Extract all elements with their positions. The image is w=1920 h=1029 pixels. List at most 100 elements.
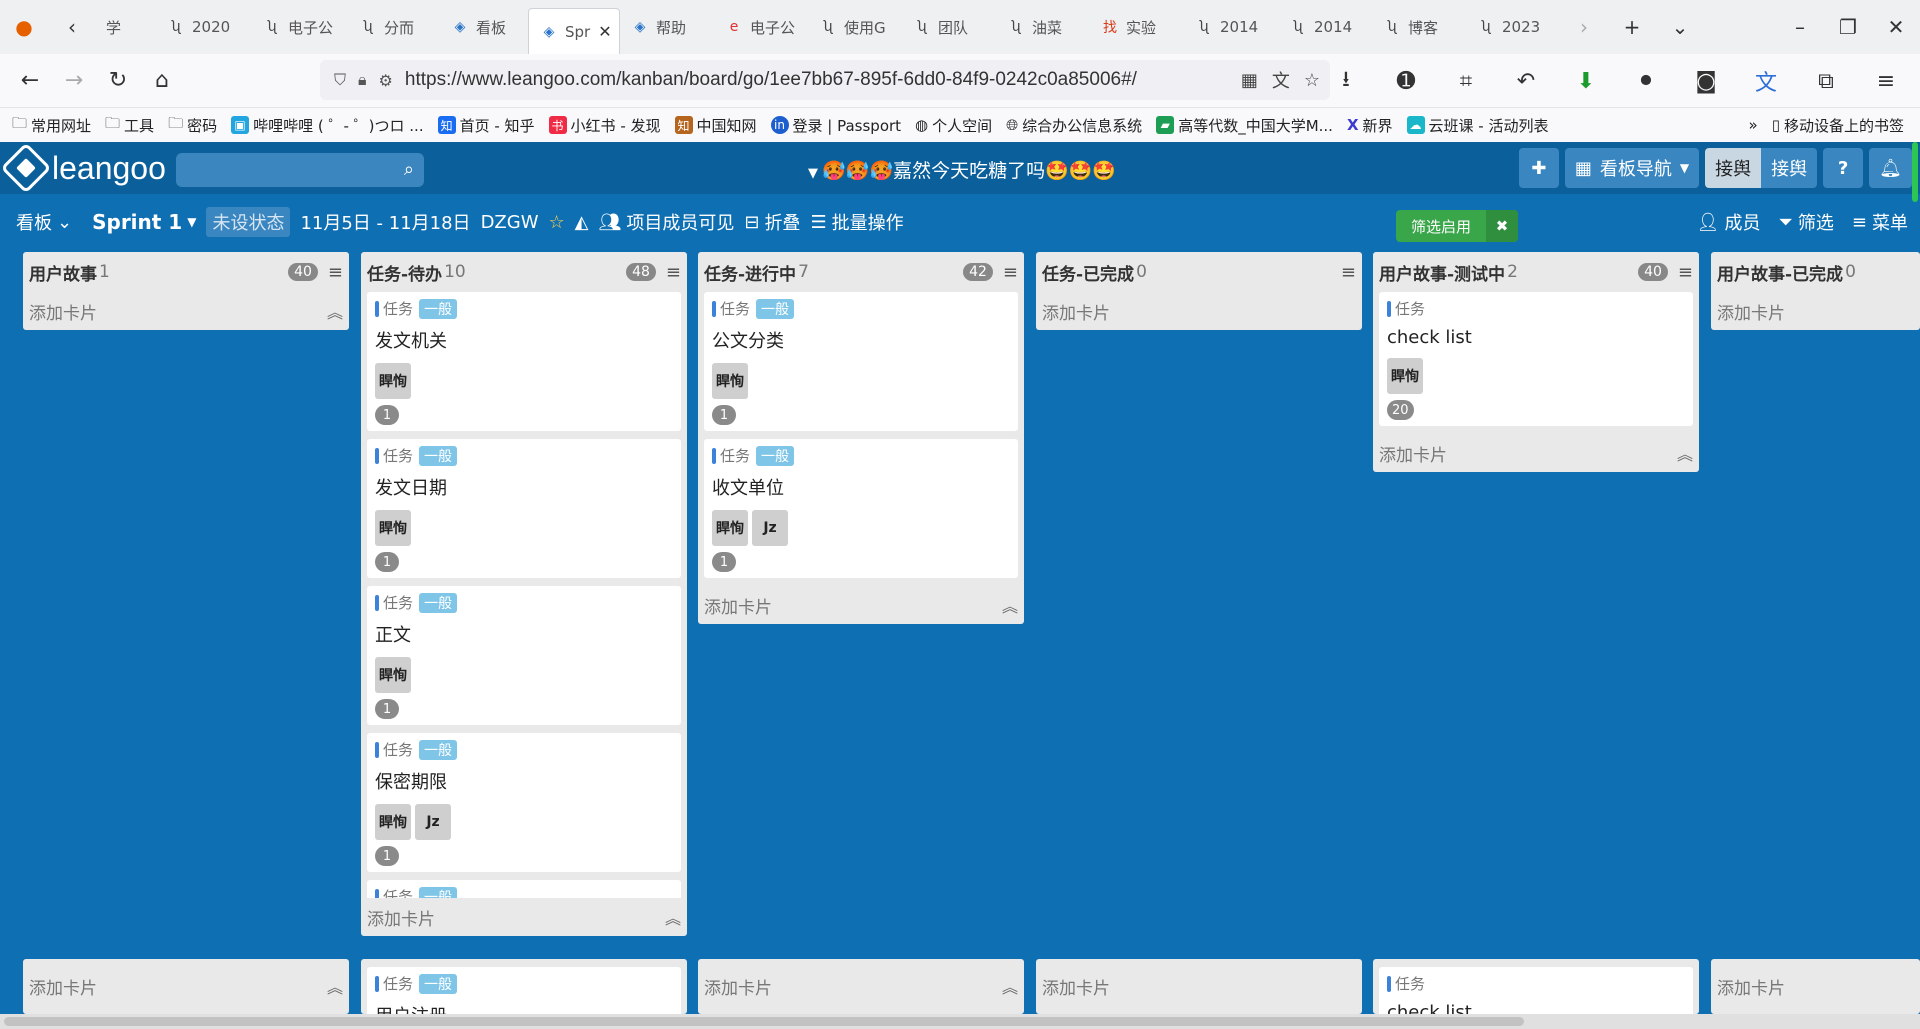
fold-button[interactable]: ⊟ 折叠 bbox=[744, 209, 800, 235]
members-button[interactable]: 👤︎ 成员 bbox=[1697, 209, 1761, 235]
more-bookmarks-icon[interactable]: » bbox=[1749, 116, 1758, 134]
column-header[interactable]: 任务-进行中 7 42 ≡ bbox=[698, 252, 1024, 292]
url-text[interactable]: https://www.leangoo.com/kanban/board/go/… bbox=[405, 69, 1137, 91]
column-menu-icon[interactable]: ≡ bbox=[1003, 262, 1018, 283]
undo-close-icon[interactable]: ↶ bbox=[1504, 59, 1548, 103]
tab-5-active[interactable]: ◈ Spr ✕ bbox=[528, 8, 620, 54]
bookmark-zhihu[interactable]: 知首页 - 知乎 bbox=[437, 115, 535, 136]
bookmark-passport[interactable]: in 登录 | Passport bbox=[770, 115, 901, 136]
bookmark-folder[interactable]: 🗀 工具 bbox=[105, 113, 154, 138]
project-name[interactable]: DZGW bbox=[481, 212, 539, 233]
qr-code-icon[interactable]: ▦ bbox=[1241, 70, 1258, 91]
tab-15[interactable]: ʯ 2023 bbox=[1466, 0, 1560, 54]
task-card[interactable]: 任务 一般 发文机关 睅恂 1 bbox=[367, 292, 681, 431]
collapse-up-icon[interactable]: ︽ bbox=[1002, 974, 1018, 998]
task-card[interactable]: 任务 一般 收文单位 睅恂 Jz 1 bbox=[704, 439, 1018, 578]
add-card-button[interactable]: 添加卡片 ︽ bbox=[698, 586, 1024, 624]
sprint-dropdown[interactable]: Sprint 1 ▼ bbox=[92, 210, 196, 234]
tab-scroll-left-icon[interactable]: ‹ bbox=[48, 0, 96, 54]
filter-enabled-badge[interactable]: 筛选启用 ✖ bbox=[1396, 210, 1518, 242]
home-icon[interactable]: ⌂ bbox=[140, 59, 184, 103]
task-card[interactable]: 任务 一般 bbox=[367, 880, 681, 898]
view-dropdown[interactable]: 看板 ⌄ bbox=[16, 209, 72, 235]
assignee-avatar[interactable]: 睅恂 bbox=[712, 510, 748, 546]
tab-14[interactable]: ʯ 博客 bbox=[1372, 0, 1466, 54]
add-card-button[interactable]: 添加卡片 ︽ bbox=[698, 967, 1024, 1005]
add-card-button[interactable]: 添加卡片 ︽ bbox=[23, 292, 349, 330]
tab-8[interactable]: ʯ 使用G bbox=[808, 0, 902, 54]
batch-operation-button[interactable]: ☰ 批量操作 bbox=[810, 209, 903, 235]
bookmark-mosoteach[interactable]: ☁ 云班课 - 活动列表 bbox=[1406, 115, 1548, 136]
filter-button[interactable]: ⏷ 筛选 bbox=[1779, 209, 1834, 235]
column-header[interactable]: 用户故事 1 40 ≡ bbox=[23, 252, 349, 292]
visibility-button[interactable]: 👥︎ 项目成员可见 bbox=[598, 209, 734, 235]
scrollbar-thumb[interactable] bbox=[1912, 142, 1918, 202]
lock-icon[interactable]: 🔒︎ bbox=[358, 70, 367, 90]
task-card[interactable]: 任务 一般 保密期限 睅恂 Jz 1 bbox=[367, 733, 681, 872]
bookmark-mooc[interactable]: ▰ 高等代数_中国大学M... bbox=[1156, 115, 1333, 136]
bookmark-star-icon[interactable]: ☆ bbox=[1304, 70, 1320, 91]
help-button[interactable]: ? bbox=[1823, 148, 1864, 188]
assignee-avatar[interactable]: 睅恂 bbox=[375, 510, 411, 546]
assignee-avatar[interactable]: Jz bbox=[415, 804, 451, 840]
tab-10[interactable]: ʯ 油菜 bbox=[996, 0, 1090, 54]
tab-1[interactable]: ʯ 2020 bbox=[156, 0, 252, 54]
collapse-up-icon[interactable]: ︽ bbox=[327, 974, 343, 998]
column-menu-icon[interactable]: ≡ bbox=[1678, 262, 1693, 283]
user-avatar-button[interactable]: 接舆 bbox=[1705, 148, 1762, 188]
assignee-avatar[interactable]: 睅恂 bbox=[712, 363, 748, 399]
screenshot-crop-icon[interactable]: ⌗ bbox=[1444, 59, 1488, 103]
tab-12[interactable]: ʯ 2014 bbox=[1184, 0, 1278, 54]
assignee-avatar[interactable]: 睅恂 bbox=[375, 363, 411, 399]
close-tab-icon[interactable]: ✕ bbox=[598, 22, 611, 41]
tab-13[interactable]: ʯ 2014 bbox=[1278, 0, 1372, 54]
tab-11[interactable]: 找实验 bbox=[1090, 0, 1184, 54]
bookmark-bilibili[interactable]: ▣ 哔哩哔哩 ( ゜- ゜)つロ ... bbox=[231, 115, 424, 136]
back-icon[interactable]: ← bbox=[8, 59, 52, 103]
task-card[interactable]: 任务 一般 发文日期 睅恂 1 bbox=[367, 439, 681, 578]
collapse-up-icon[interactable]: ︽ bbox=[1002, 593, 1018, 617]
sprint-dates[interactable]: 11月5日 - 11月18日 bbox=[300, 209, 470, 235]
column-menu-icon[interactable]: ≡ bbox=[666, 262, 681, 283]
add-card-button[interactable]: 添加卡片 bbox=[1711, 292, 1920, 330]
task-card[interactable]: 任务一般 用户注册 bbox=[367, 967, 681, 1014]
menu-button[interactable]: ≡ 菜单 bbox=[1852, 209, 1908, 235]
task-card[interactable]: 任务 一般 正文 睅恂 1 bbox=[367, 586, 681, 725]
bookmark-xinjie[interactable]: X 新界 bbox=[1347, 115, 1393, 136]
sprint-status-badge[interactable]: 未设状态 bbox=[206, 207, 291, 237]
column-menu-icon[interactable]: ≡ bbox=[328, 262, 343, 283]
tab-0[interactable]: 学 bbox=[96, 0, 156, 54]
star-icon[interactable]: ☆ bbox=[549, 212, 565, 233]
collapse-up-icon[interactable]: ︽ bbox=[665, 905, 681, 929]
bookmark-folder[interactable]: 🗀 常用网址 bbox=[12, 113, 91, 138]
notification-bell-icon[interactable]: 🔔︎ bbox=[1869, 148, 1912, 188]
tab-2[interactable]: ʯ 电子公 bbox=[252, 0, 348, 54]
tab-9[interactable]: ʯ 团队 bbox=[902, 0, 996, 54]
column-header[interactable]: 任务-待办 10 48 ≡ bbox=[361, 252, 687, 292]
collapse-up-icon[interactable]: ︽ bbox=[327, 299, 343, 323]
translate-extension-icon[interactable]: 文 bbox=[1744, 59, 1788, 103]
add-card-button[interactable]: 添加卡片 bbox=[1036, 292, 1362, 330]
assignee-avatar[interactable]: 睅恂 bbox=[375, 804, 411, 840]
close-window-icon[interactable]: ✕ bbox=[1872, 0, 1920, 54]
task-card[interactable]: 任务 一般 公文分类 睅恂 1 bbox=[704, 292, 1018, 431]
green-download-icon[interactable]: ⬇ bbox=[1564, 59, 1608, 103]
firefox-icon[interactable]: ● bbox=[0, 0, 48, 54]
add-card-button[interactable]: 添加卡片 ︽ bbox=[23, 967, 349, 1005]
bookmark-folder[interactable]: 🗀 密码 bbox=[168, 113, 217, 138]
column-header[interactable]: 用户故事-已完成 0 bbox=[1711, 252, 1920, 292]
extension-balls-icon[interactable]: ⚫ bbox=[1624, 59, 1668, 103]
translate-icon[interactable]: 文 bbox=[1272, 67, 1290, 93]
add-card-button[interactable]: 添加卡片 ︽ bbox=[1373, 434, 1699, 472]
tab-6[interactable]: ◈ 帮助 bbox=[620, 0, 714, 54]
column-header[interactable]: 用户故事-测试中 2 40 ≡ bbox=[1373, 252, 1699, 292]
extensions-puzzle-icon[interactable]: ⧉ bbox=[1804, 59, 1848, 103]
chart-icon[interactable]: ◭ bbox=[575, 212, 589, 233]
mobile-bookmarks[interactable]: ▯ 移动设备上的书签 bbox=[1772, 115, 1904, 136]
restore-icon[interactable]: ❐ bbox=[1824, 0, 1872, 54]
board-title-dropdown[interactable]: ▼ 🥵🥵🥵嘉然今天吃糖了吗🤩🤩🤩 bbox=[808, 156, 1116, 183]
assignee-avatar[interactable]: Jz bbox=[752, 510, 788, 546]
shield-icon[interactable]: ⛉ bbox=[334, 70, 346, 90]
download-icon[interactable]: ⭳ bbox=[1324, 59, 1368, 103]
assignee-avatar[interactable]: 睅恂 bbox=[375, 657, 411, 693]
